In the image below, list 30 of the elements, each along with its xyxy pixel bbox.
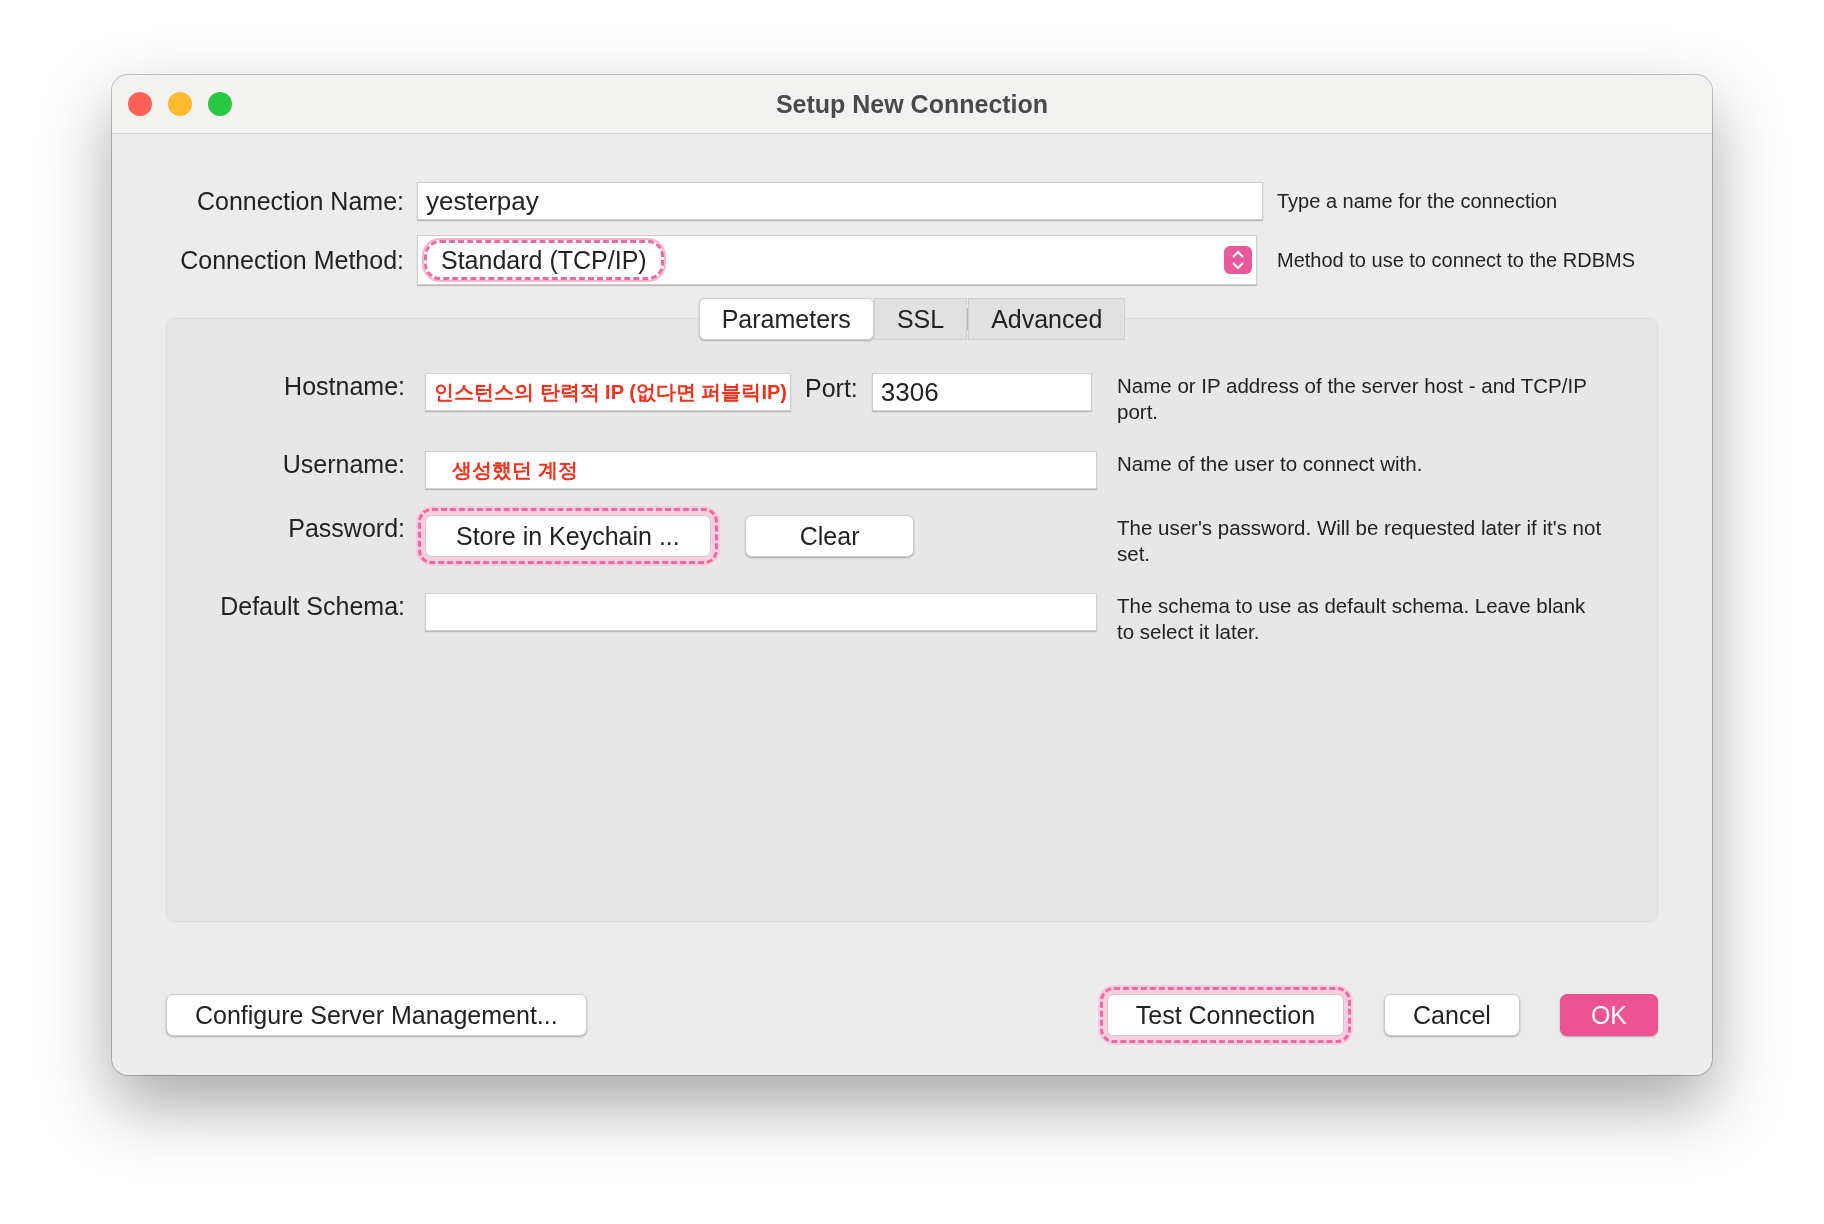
input-field[interactable]: yesterpay bbox=[417, 182, 1263, 220]
hint-text: Name or IP address of the server host - and TCP/IP port. bbox=[1117, 373, 1588, 425]
field-label: Username: bbox=[281, 449, 405, 480]
stepper-icon bbox=[1224, 246, 1252, 274]
hint-text: Name of the user to connect with. bbox=[1117, 451, 1424, 477]
hint-text: The user's password. Will be requested later if it's not set. bbox=[1117, 515, 1603, 567]
window-title: Setup New Connection bbox=[775, 89, 1049, 119]
clear-button[interactable]: Clear bbox=[744, 515, 915, 557]
hint-text: Method to use to connect to the RDBMS bbox=[1277, 248, 1635, 272]
field-label: Connection Method: bbox=[179, 245, 405, 275]
dropdown[interactable]: Standard (TCP/IP) bbox=[417, 235, 1257, 285]
tab[interactable]: Parameters bbox=[698, 298, 874, 340]
field-label: Default Schema: bbox=[219, 591, 405, 622]
tab[interactable]: Advanced bbox=[968, 298, 1126, 340]
field-label: Connection Name: bbox=[195, 186, 405, 216]
zoom-icon[interactable] bbox=[208, 92, 232, 116]
field-label: Password: bbox=[287, 513, 405, 544]
field-label: Hostname: bbox=[283, 371, 405, 402]
input-field[interactable]: 인스턴스의 탄력적 IP (없다면 퍼블릭IP) bbox=[425, 373, 791, 411]
minimize-icon[interactable] bbox=[168, 92, 192, 116]
hint-text: Type a name for the connection bbox=[1277, 189, 1558, 213]
hint-text: The schema to use as default schema. Leave blank to select it later. bbox=[1117, 593, 1587, 645]
dialog-button[interactable]: Cancel bbox=[1384, 994, 1520, 1036]
close-icon[interactable] bbox=[128, 92, 152, 116]
input-field[interactable] bbox=[425, 593, 1097, 631]
input-field[interactable]: 3306 bbox=[871, 373, 1092, 411]
input-field[interactable]: 생성했던 계정 bbox=[425, 451, 1097, 489]
field-label: Port: bbox=[805, 373, 858, 403]
tab[interactable]: SSL bbox=[873, 298, 968, 340]
dialog-button[interactable]: Configure Server Management... bbox=[166, 994, 587, 1036]
